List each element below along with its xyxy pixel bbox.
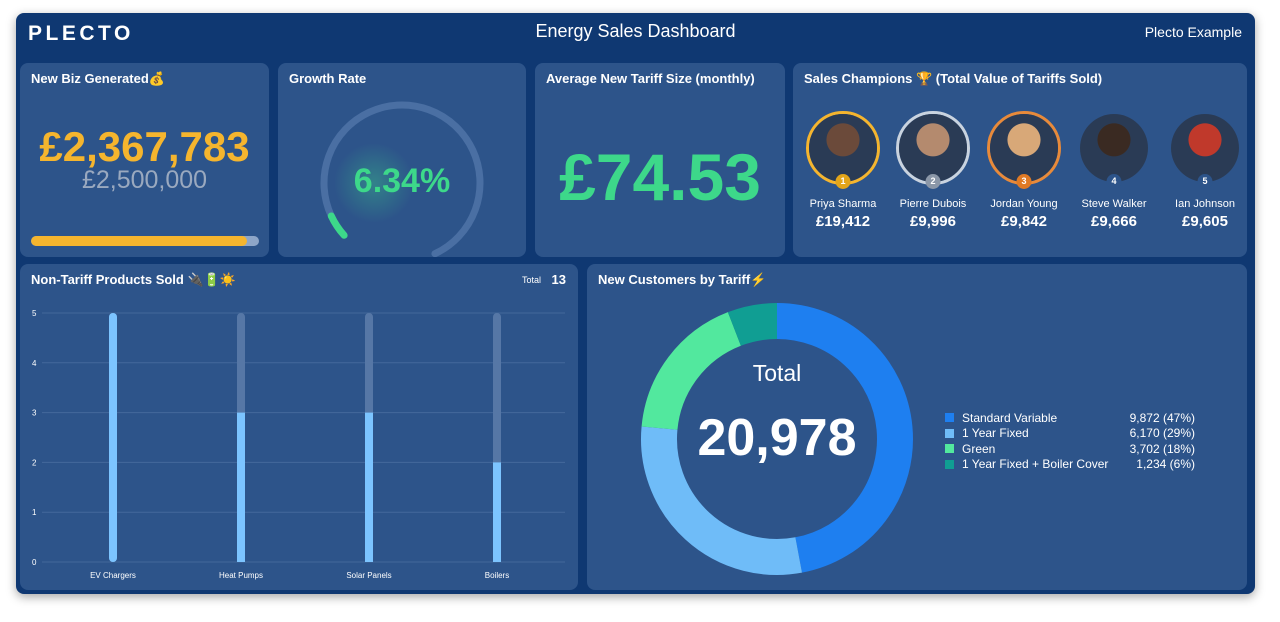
- legend-swatch: [945, 444, 954, 454]
- rank-badge: 4: [1106, 174, 1122, 189]
- avatar: 3: [987, 111, 1061, 189]
- champion-3[interactable]: 3 Jordan Young £9,842: [979, 111, 1069, 230]
- legend-item[interactable]: 1 Year Fixed 6,170 (29%): [945, 426, 1195, 442]
- avatar-image: [990, 114, 1058, 182]
- legend-name: 1 Year Fixed + Boiler Cover: [962, 457, 1109, 472]
- y-tick-label: 2: [32, 458, 37, 467]
- non-tariff-products-card[interactable]: Non-Tariff Products Sold 🔌🔋☀️ Total 13 0…: [20, 264, 578, 590]
- champion-name: Ian Johnson: [1175, 198, 1235, 210]
- avatar: 2: [896, 111, 970, 189]
- legend-swatch: [945, 413, 954, 423]
- new-biz-target: £2,500,000: [81, 166, 208, 194]
- growth-rate-value: 6.34%: [353, 162, 451, 200]
- growth-rate-card[interactable]: Growth Rate 6.34%: [278, 63, 526, 257]
- legend-value: 1,234 (6%): [1136, 457, 1195, 472]
- bar-boilers[interactable]: [493, 462, 501, 562]
- champion-name: Pierre Dubois: [899, 198, 967, 210]
- champion-4[interactable]: 4 Steve Walker £9,666: [1069, 111, 1159, 230]
- donut-slice-1-year-fixed-boiler-cover[interactable]: [727, 303, 778, 346]
- legend-value: 9,872 (47%): [1129, 410, 1195, 425]
- bar-solar-panels[interactable]: [365, 412, 373, 562]
- donut-center-total: 20,978: [697, 409, 857, 467]
- growth-gauge: [320, 101, 484, 257]
- y-tick-label: 0: [32, 558, 37, 567]
- products-bar-chart: 0 1 2 3 4 5 EV Chargers Heat Pumps Solar Panels B…: [32, 309, 565, 580]
- new-biz-progress-bar: [31, 236, 259, 246]
- legend-item[interactable]: 1 Year Fixed + Boiler Cover 1,234 (6%): [945, 457, 1195, 473]
- legend-swatch: [945, 459, 954, 469]
- legend-name: Standard Variable: [962, 410, 1058, 425]
- champion-name: Priya Sharma: [809, 198, 877, 210]
- champion-2[interactable]: 2 Pierre Dubois £9,996: [888, 111, 978, 230]
- rank-badge: 5: [1197, 174, 1213, 189]
- champion-value: £9,842: [1001, 213, 1047, 230]
- new-biz-value: £2,367,783: [39, 123, 250, 170]
- new-biz-card[interactable]: New Biz Generated💰 £2,367,783 £2,500,000: [20, 63, 269, 257]
- legend-name: Green: [962, 441, 996, 456]
- legend-item[interactable]: Standard Variable 9,872 (47%): [945, 410, 1195, 426]
- avatar-image: [809, 114, 877, 182]
- y-tick-label: 3: [32, 409, 37, 418]
- gauge-fill: [327, 212, 348, 239]
- y-tick-label: 5: [32, 309, 37, 318]
- rank-badge: 3: [1016, 174, 1032, 189]
- rank-badge: 1: [835, 174, 851, 189]
- dashboard-title: Energy Sales Dashboard: [535, 21, 736, 41]
- legend-value: 3,702 (18%): [1129, 441, 1195, 456]
- sales-champions-title: Sales Champions 🏆 (Total Value of Tariff…: [804, 71, 1103, 86]
- avatar-image: [1080, 114, 1148, 182]
- sales-champions-card[interactable]: Sales Champions 🏆 (Total Value of Tariff…: [793, 63, 1247, 257]
- avg-tariff-card[interactable]: Average New Tariff Size (monthly) £74.53: [535, 63, 785, 257]
- avatar-image: [899, 114, 967, 182]
- champion-1[interactable]: 1 Priya Sharma £19,412: [798, 111, 888, 230]
- legend-item[interactable]: Green 3,702 (18%): [945, 441, 1195, 457]
- legend-swatch: [945, 428, 954, 438]
- bar-ev-chargers[interactable]: [109, 313, 117, 562]
- champion-name: Steve Walker: [1081, 198, 1147, 210]
- champion-value: £9,666: [1091, 213, 1137, 230]
- y-tick-label: 1: [32, 508, 37, 517]
- bar-heat-pumps[interactable]: [237, 412, 245, 562]
- avatar-image: [1171, 114, 1239, 182]
- champion-value: £9,605: [1182, 213, 1228, 230]
- new-biz-title: New Biz Generated💰: [31, 71, 165, 86]
- avatar: 1: [806, 111, 880, 189]
- customers-legend: Standard Variable 9,872 (47%) 1 Year Fixed…: [945, 410, 1195, 472]
- x-tick-label: Heat Pumps: [219, 571, 263, 580]
- account-name: Plecto Example: [1144, 24, 1242, 40]
- champion-name: Jordan Young: [990, 198, 1058, 210]
- new-customers-card[interactable]: New Customers by Tariff⚡ Total 20,978 St…: [587, 264, 1247, 590]
- x-tick-label: Boilers: [485, 571, 509, 580]
- avg-tariff-title: Average New Tariff Size (monthly): [546, 71, 755, 86]
- legend-name: 1 Year Fixed: [962, 426, 1029, 441]
- champion-value: £9,996: [910, 213, 956, 230]
- donut-center-label: Total: [752, 360, 802, 386]
- avg-tariff-value: £74.53: [559, 140, 761, 214]
- avatar: 5: [1168, 111, 1242, 189]
- x-tick-label: Solar Panels: [346, 571, 391, 580]
- legend-value: 6,170 (29%): [1129, 426, 1195, 441]
- y-tick-label: 4: [32, 359, 37, 368]
- avatar: 4: [1077, 111, 1151, 189]
- champion-value: £19,412: [815, 213, 871, 230]
- new-biz-progress-fill: [31, 236, 247, 246]
- x-tick-label: EV Chargers: [90, 571, 136, 580]
- rank-badge: 2: [925, 174, 941, 189]
- champion-5[interactable]: 5 Ian Johnson £9,605: [1160, 111, 1247, 230]
